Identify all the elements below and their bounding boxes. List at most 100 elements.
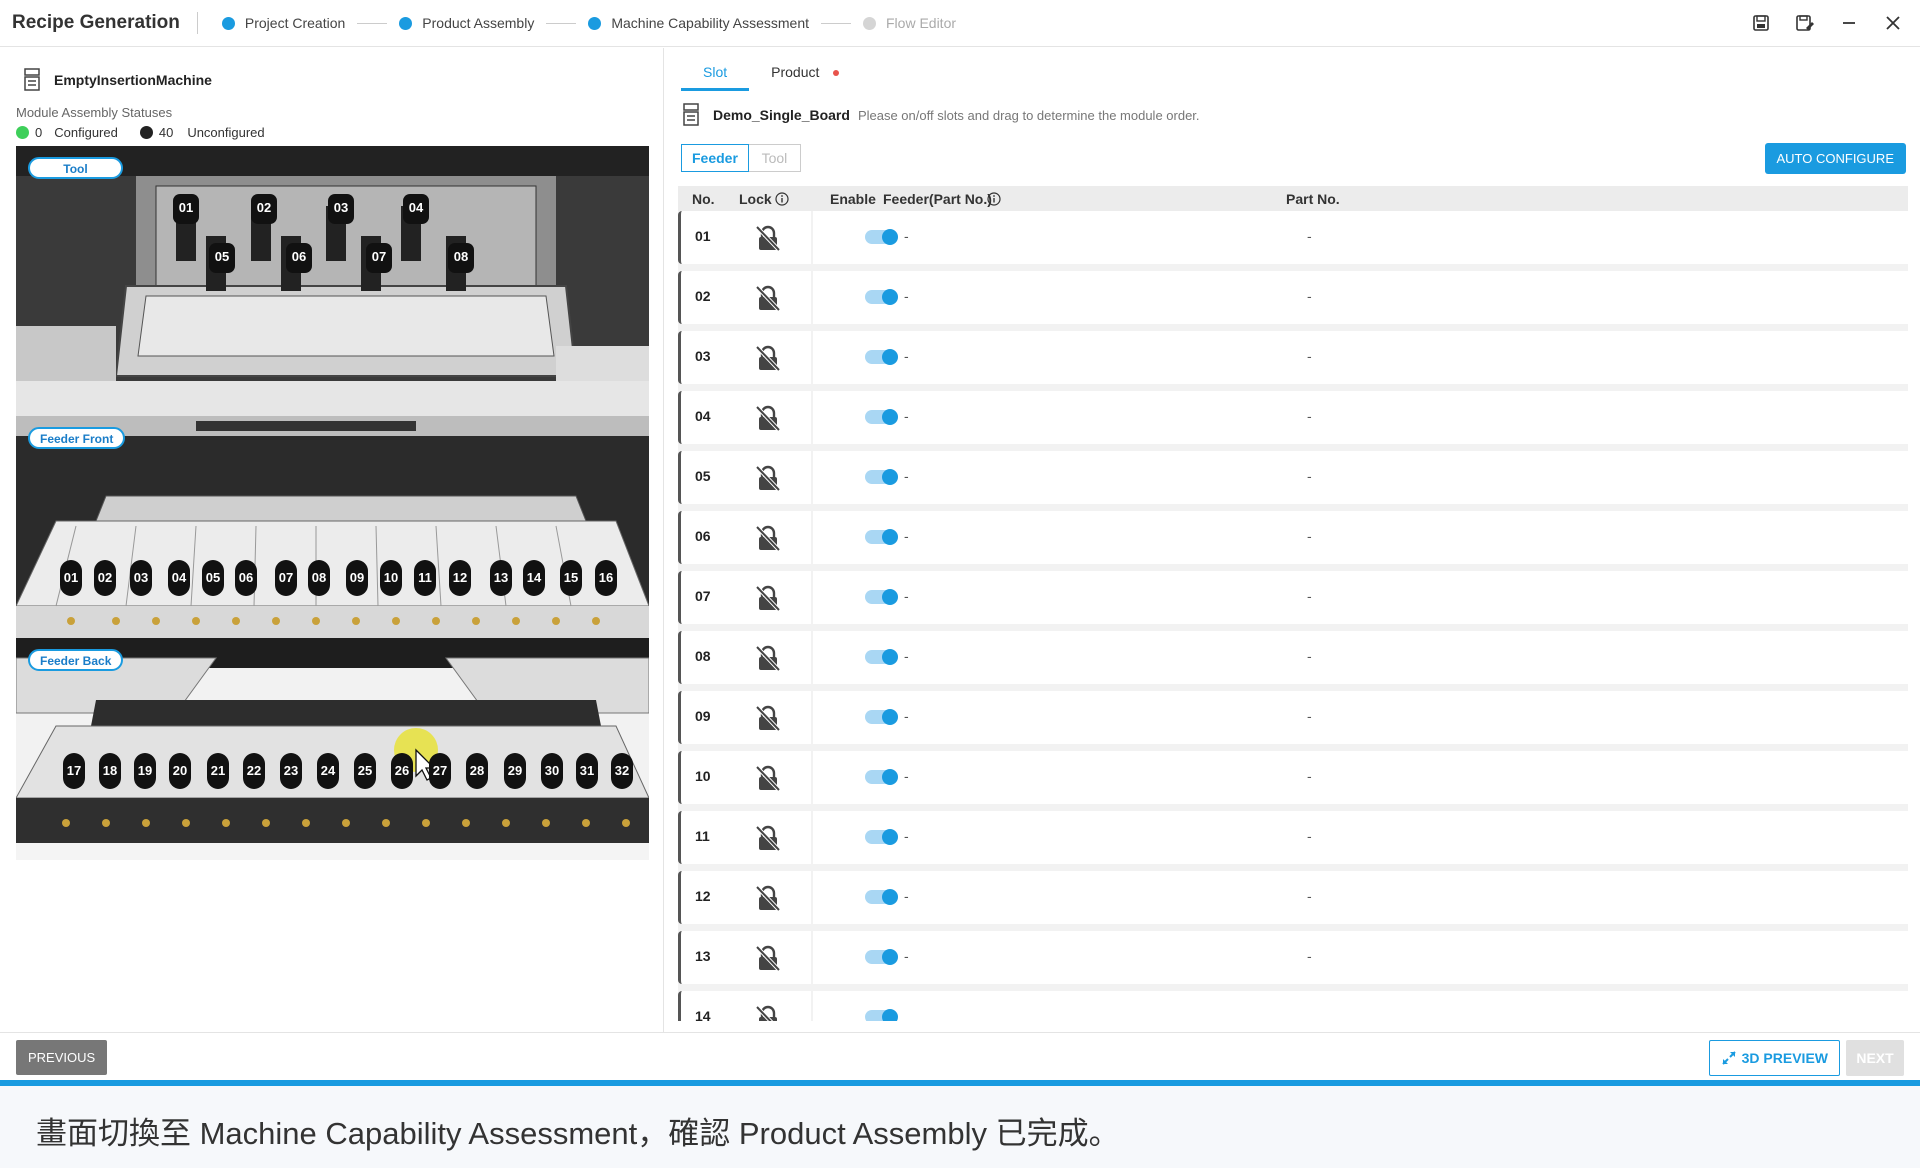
previous-button[interactable]: PREVIOUS <box>16 1040 108 1075</box>
enable-toggle[interactable] <box>865 349 898 365</box>
feeder-front-slot-badge[interactable]: 10 <box>380 560 402 596</box>
enable-toggle[interactable] <box>865 289 898 305</box>
slot-number-cell[interactable]: 14 <box>678 991 811 1021</box>
slot-number-cell[interactable]: 04 <box>678 391 811 444</box>
slot-number-cell[interactable]: 10 <box>678 751 811 804</box>
slot-number-cell[interactable]: 08 <box>678 631 811 684</box>
feeder-front-slot-badge[interactable]: 11 <box>414 560 436 596</box>
feeder-front-slot-badge[interactable]: 15 <box>560 560 582 596</box>
slot-row[interactable]: 04- - <box>678 391 1908 444</box>
enable-toggle[interactable] <box>865 229 898 245</box>
unlocked-icon[interactable] <box>754 284 782 315</box>
slot-number-cell[interactable]: 01 <box>678 211 811 264</box>
enable-toggle[interactable] <box>865 1009 898 1021</box>
feeder-back-slot-badge[interactable]: 20 <box>169 753 191 789</box>
tool-slot-badge[interactable]: 06 <box>286 243 312 273</box>
unlocked-icon[interactable] <box>754 884 782 915</box>
feeder-back-slot-badge[interactable]: 24 <box>317 753 339 789</box>
feeder-front-slot-badge[interactable]: 05 <box>202 560 224 596</box>
enable-toggle[interactable] <box>865 469 898 485</box>
feeder-back-slot-badge[interactable]: 26 <box>391 753 413 789</box>
unlocked-icon[interactable] <box>754 404 782 435</box>
feeder-back-slot-badge[interactable]: 29 <box>504 753 526 789</box>
unlocked-icon[interactable] <box>754 704 782 735</box>
feeder-front-slot-badge[interactable]: 13 <box>490 560 512 596</box>
slot-row[interactable]: 01- - <box>678 211 1908 264</box>
step-product-assembly[interactable]: Product Assembly <box>399 15 534 31</box>
lock-info-icon[interactable] <box>775 192 789 206</box>
tool-slot-badge[interactable]: 02 <box>251 194 277 224</box>
slot-number-cell[interactable]: 07 <box>678 571 811 624</box>
tool-slot-badge[interactable]: 01 <box>173 194 199 224</box>
unlocked-icon[interactable] <box>754 824 782 855</box>
minimize-icon[interactable] <box>1834 10 1864 36</box>
step-machine-capability[interactable]: Machine Capability Assessment <box>588 15 809 31</box>
enable-toggle[interactable] <box>865 949 898 965</box>
feeder-front-slot-badge[interactable]: 12 <box>449 560 471 596</box>
slot-row[interactable]: 10- - <box>678 751 1908 804</box>
feeder-back-slot-badge[interactable]: 32 <box>611 753 633 789</box>
feeder-front-slot-badge[interactable]: 09 <box>346 560 368 596</box>
enable-toggle[interactable] <box>865 649 898 665</box>
feeder-back-slot-badge[interactable]: 18 <box>99 753 121 789</box>
slot-number-cell[interactable]: 11 <box>678 811 811 864</box>
slot-row[interactable]: 11- - <box>678 811 1908 864</box>
feeder-back-slot-badge[interactable]: 17 <box>63 753 85 789</box>
feeder-back-slot-badge[interactable]: 27 <box>429 753 451 789</box>
feeder-back-slot-badge[interactable]: 25 <box>354 753 376 789</box>
unlocked-icon[interactable] <box>754 584 782 615</box>
unlocked-icon[interactable] <box>754 944 782 975</box>
unlocked-icon[interactable] <box>754 764 782 795</box>
feeder-back-slot-badge[interactable]: 19 <box>134 753 156 789</box>
save-icon[interactable] <box>1746 10 1776 36</box>
slot-row[interactable]: 05- - <box>678 451 1908 504</box>
slot-number-cell[interactable]: 12 <box>678 871 811 924</box>
slot-row[interactable]: 12- - <box>678 871 1908 924</box>
feeder-back-slot-badge[interactable]: 31 <box>576 753 598 789</box>
slot-number-cell[interactable]: 09 <box>678 691 811 744</box>
slot-number-cell[interactable]: 13 <box>678 931 811 984</box>
3d-preview-button[interactable]: 3D PREVIEW <box>1708 1040 1840 1076</box>
step-project-creation[interactable]: Project Creation <box>221 15 345 31</box>
unlocked-icon[interactable] <box>754 1004 782 1021</box>
slot-row[interactable]: 08- - <box>678 631 1908 684</box>
slot-row[interactable]: 07- - <box>678 571 1908 624</box>
tool-slot-badge[interactable]: 03 <box>328 194 354 224</box>
next-button[interactable]: NEXT <box>1846 1040 1904 1076</box>
tab-product[interactable]: Product <box>749 58 861 91</box>
slot-row[interactable]: 06- - <box>678 511 1908 564</box>
feeder-front-slot-badge[interactable]: 06 <box>235 560 257 596</box>
feeder-front-slot-badge[interactable]: 04 <box>168 560 190 596</box>
tool-view[interactable]: Tool 01 02 03 04 05 06 07 08 <box>16 146 649 416</box>
feeder-info-icon[interactable] <box>987 192 1001 206</box>
feeder-back-slot-badge[interactable]: 22 <box>243 753 265 789</box>
feeder-front-view[interactable]: Feeder Front 01 02 03 04 05 06 07 08 09 10 11 12 13 1… <box>16 416 649 638</box>
slot-number-cell[interactable]: 02 <box>678 271 811 324</box>
enable-toggle[interactable] <box>865 769 898 785</box>
save-as-icon[interactable] <box>1790 10 1820 36</box>
feeder-back-slot-badge[interactable]: 28 <box>466 753 488 789</box>
feeder-front-slot-badge[interactable]: 07 <box>275 560 297 596</box>
tool-slot-badge[interactable]: 07 <box>366 243 392 273</box>
feeder-front-slot-badge[interactable]: 08 <box>308 560 330 596</box>
slot-number-cell[interactable]: 05 <box>678 451 811 504</box>
tool-slot-badge[interactable]: 04 <box>403 194 429 224</box>
auto-configure-button[interactable]: AUTO CONFIGURE <box>1764 143 1906 174</box>
slot-row[interactable]: 09- - <box>678 691 1908 744</box>
feeder-back-slot-badge[interactable]: 23 <box>280 753 302 789</box>
slot-row[interactable]: 14 <box>678 991 1908 1021</box>
enable-toggle[interactable] <box>865 709 898 725</box>
feeder-front-slot-badge[interactable]: 03 <box>130 560 152 596</box>
unlocked-icon[interactable] <box>754 224 782 255</box>
enable-toggle[interactable] <box>865 589 898 605</box>
unlocked-icon[interactable] <box>754 524 782 555</box>
enable-toggle[interactable] <box>865 529 898 545</box>
tool-slot-badge[interactable]: 08 <box>448 243 474 273</box>
slot-number-cell[interactable]: 03 <box>678 331 811 384</box>
tab-slot[interactable]: Slot <box>681 58 750 91</box>
enable-toggle[interactable] <box>865 829 898 845</box>
feeder-front-slot-badge[interactable]: 01 <box>60 560 82 596</box>
unlocked-icon[interactable] <box>754 644 782 675</box>
slot-row[interactable]: 13- - <box>678 931 1908 984</box>
slot-row[interactable]: 03- - <box>678 331 1908 384</box>
